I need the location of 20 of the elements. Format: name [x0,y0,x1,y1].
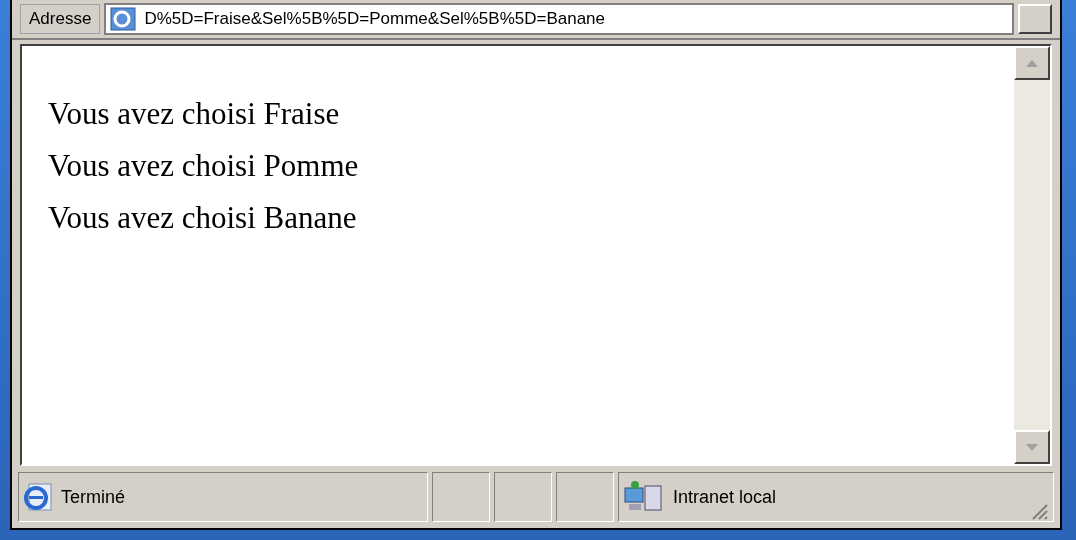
network-computer-icon [623,480,665,514]
zone-text: Intranet local [673,485,777,509]
up-arrow-icon [1026,59,1038,67]
status-pane [494,472,552,522]
status-text: Terminé [61,485,126,509]
page-icon [110,7,137,31]
status-pane [432,472,490,522]
status-pane [556,472,614,522]
result-line: Vous avez choisi Pomme [48,147,360,185]
scroll-down-button[interactable] [1014,430,1050,464]
address-field[interactable]: D%5D=Fraise&Sel%5B%5D=Pomme&Sel%5B%5D=Banane [104,3,1014,35]
address-label: Adresse [20,4,101,34]
go-button[interactable] [1018,4,1052,34]
url-text: D%5D=Fraise&Sel%5B%5D=Pomme&Sel%5B%5D=Banane [144,8,606,31]
result-line: Vous avez choisi Fraise [48,95,341,133]
globe-page-icon [23,482,53,512]
result-line: Vous avez choisi Banane [48,199,358,237]
down-arrow-icon [1026,443,1038,451]
scrollbar[interactable] [1014,46,1050,464]
scroll-up-button[interactable] [1014,46,1050,80]
